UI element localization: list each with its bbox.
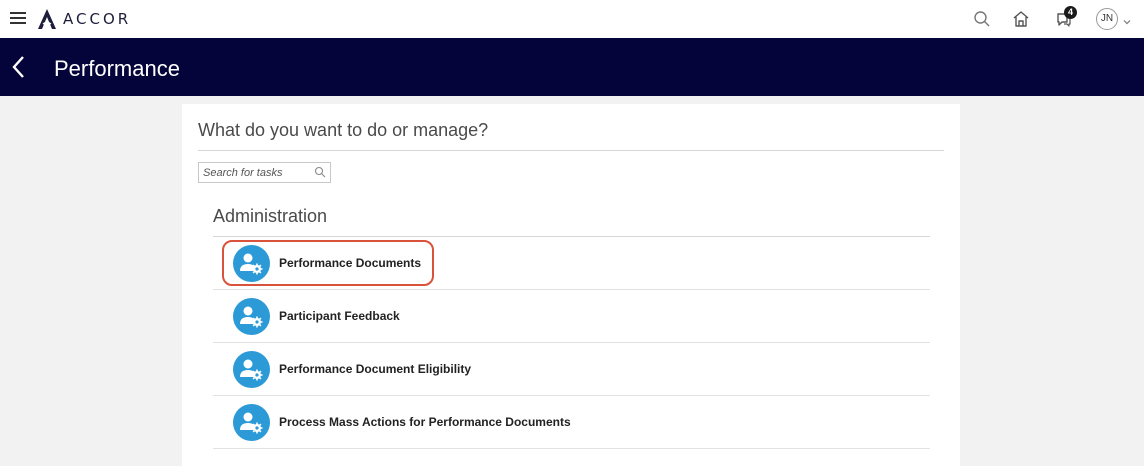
divider	[198, 150, 944, 151]
page-title: Performance	[54, 56, 180, 81]
user-avatar[interactable]: JN	[1096, 8, 1118, 30]
notification-badge: 4	[1064, 6, 1077, 19]
task-label: Participant Feedback	[279, 309, 400, 323]
task-item-performance-document-eligibility[interactable]: Performance Document Eligibility	[213, 343, 930, 396]
task-label: Performance Document Eligibility	[279, 362, 472, 376]
task-list: Performance Documents Participant Feedba…	[213, 237, 930, 449]
user-gear-icon	[233, 245, 270, 282]
task-item-participant-feedback[interactable]: Participant Feedback	[213, 290, 930, 343]
task-search	[198, 162, 331, 183]
task-label: Performance Documents	[279, 256, 422, 270]
task-item-performance-documents[interactable]: Performance Documents	[213, 237, 930, 290]
hamburger-menu-icon[interactable]	[10, 12, 26, 26]
brand-name: ACCOR	[63, 10, 132, 28]
task-search-input[interactable]	[199, 163, 309, 182]
user-gear-icon	[233, 404, 270, 441]
home-icon[interactable]	[1011, 9, 1031, 29]
chevron-down-icon[interactable]	[1122, 14, 1132, 25]
tasks-panel: What do you want to do or manage? Admini…	[182, 104, 960, 466]
notification-icon[interactable]: 4	[1054, 6, 1077, 29]
search-icon[interactable]	[314, 166, 326, 178]
page-header: Performance	[0, 38, 1144, 96]
user-gear-icon	[233, 351, 270, 388]
top-bar: ACCOR 4 JN	[0, 0, 1144, 38]
accor-logo-icon	[38, 9, 56, 29]
section-title: Administration	[213, 206, 328, 226]
brand-logo[interactable]: ACCOR	[35, 8, 131, 30]
back-button[interactable]	[10, 54, 30, 80]
search-icon[interactable]	[972, 9, 992, 29]
task-label: Process Mass Actions for Performance Doc…	[279, 415, 571, 429]
panel-heading: What do you want to do or manage?	[198, 120, 489, 140]
chevron-left-icon	[12, 56, 24, 78]
user-gear-icon	[233, 298, 270, 335]
task-item-process-mass-actions[interactable]: Process Mass Actions for Performance Doc…	[213, 396, 930, 449]
